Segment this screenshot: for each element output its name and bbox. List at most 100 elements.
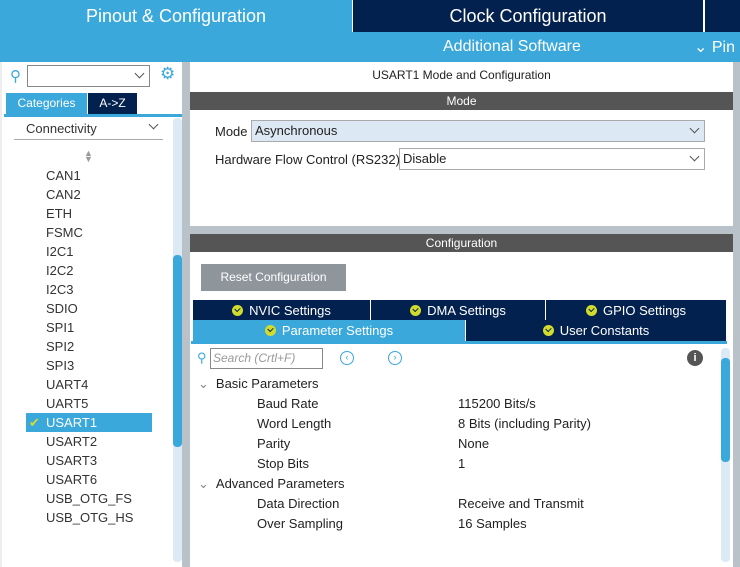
sidebar-item-label: SPI3	[46, 358, 75, 373]
category-label: Connectivity	[26, 121, 97, 136]
check-icon	[542, 325, 554, 336]
parameter-name[interactable]: Parity	[257, 436, 290, 451]
subheader	[0, 32, 740, 62]
sidebar-item-usb_otg_hs[interactable]: USB_OTG_HS	[46, 510, 133, 525]
tab-label: Pinout & Configuration	[85, 5, 267, 26]
sidebar: ⚲ ⚙ Categories A->Z Connectivity ▲ ▼ CAN1…	[0, 62, 182, 567]
tab-more[interactable]	[705, 0, 740, 32]
parameter-value[interactable]: Receive and Transmit	[458, 496, 584, 511]
sidebar-item-sdio[interactable]: SDIO	[46, 301, 78, 316]
sidebar-item-uart5[interactable]: UART5	[46, 396, 88, 411]
sidebar-item-label: USART3	[46, 453, 98, 468]
sidebar-search-input[interactable]	[27, 65, 150, 87]
tab-clock-configuration[interactable]: Clock Configuration	[353, 0, 703, 32]
mode-select[interactable]: Asynchronous	[251, 120, 705, 142]
sidebar-item-label: USART1	[46, 415, 98, 430]
sidebar-item-label: SDIO	[46, 301, 78, 316]
tab-label: Clock Configuration	[449, 5, 607, 26]
sidebar-item-label: USB_OTG_HS	[46, 510, 134, 525]
parameter-name[interactable]: Baud Rate	[257, 396, 318, 411]
sidebar-item-label: SPI1	[46, 320, 75, 335]
previous-icon[interactable]: ‹	[340, 351, 354, 365]
sidebar-item-fsmc[interactable]: FSMC	[46, 225, 83, 240]
parameter-group[interactable]: ⌄ Basic Parameters	[198, 376, 319, 392]
group-label: Basic Parameters	[215, 376, 319, 391]
reset-configuration-button[interactable]: Reset Configuration	[201, 264, 346, 291]
sidebar-item-spi2[interactable]: SPI2	[46, 339, 74, 354]
parameter-name[interactable]: Stop Bits	[257, 456, 309, 471]
tab-a-z[interactable]: A->Z	[88, 93, 137, 114]
tab-additional-software[interactable]: Additional Software	[443, 38, 581, 56]
gear-icon[interactable]: ⚙	[160, 64, 175, 84]
sidebar-item-usart1[interactable]: ✔ USART1	[26, 413, 152, 432]
category-select[interactable]: Connectivity	[14, 118, 163, 140]
sidebar-item-i2c3[interactable]: I2C3	[46, 282, 73, 297]
sidebar-item-label: USB_OTG_FS	[46, 491, 132, 506]
right-splitter[interactable]	[733, 62, 740, 567]
sidebar-item-i2c2[interactable]: I2C2	[46, 263, 73, 278]
tab-pinout-view[interactable]: ⌄ Pin	[694, 37, 735, 57]
splitter[interactable]	[182, 62, 190, 567]
check-icon	[264, 325, 276, 336]
sidebar-item-i2c1[interactable]: I2C1	[46, 244, 73, 259]
tab-label: User Constants	[559, 323, 650, 338]
sidebar-item-label: UART4	[46, 377, 89, 392]
check-icon	[410, 304, 422, 316]
sort-icon[interactable]: ▲ ▼	[84, 149, 93, 164]
parameter-name[interactable]: Over Sampling	[257, 516, 343, 531]
hw-flow-select[interactable]: Disable	[399, 148, 705, 170]
info-icon[interactable]: i	[687, 350, 703, 366]
sidebar-item-usart3[interactable]: USART3	[46, 453, 97, 468]
parameter-scrollbar[interactable]	[721, 348, 730, 562]
tab-nvic-settings[interactable]: NVIC Settings	[193, 300, 371, 320]
tab-parameter-settings[interactable]: Parameter Settings	[193, 320, 466, 341]
hw-flow-label: Hardware Flow Control (RS232)	[215, 152, 400, 167]
next-icon[interactable]: ›	[388, 351, 402, 365]
sidebar-item-usb_otg_fs[interactable]: USB_OTG_FS	[46, 491, 132, 506]
parameter-name[interactable]: Word Length	[257, 416, 331, 431]
sidebar-item-label: I2C1	[46, 244, 74, 259]
parameter-group[interactable]: ⌄ Advanced Parameters	[198, 476, 345, 492]
tab-categories[interactable]: Categories	[6, 93, 87, 114]
parameter-search-input[interactable]: Search (Crtl+F)	[210, 348, 323, 369]
sidebar-item-spi3[interactable]: SPI3	[46, 358, 74, 373]
tab-label: Parameter Settings	[281, 323, 394, 338]
tab-user-constants[interactable]: User Constants	[466, 320, 727, 341]
parameter-value[interactable]: 115200 Bits/s	[458, 396, 536, 411]
parameter-value[interactable]: 16 Samples	[458, 516, 527, 531]
parameter-value[interactable]: 1	[458, 456, 465, 471]
group-label: Advanced Parameters	[215, 476, 345, 491]
splitter-horizontal[interactable]	[190, 226, 733, 234]
sidebar-item-usart6[interactable]: USART6	[46, 472, 97, 487]
sidebar-item-label: UART5	[46, 396, 89, 411]
sidebar-scrollbar[interactable]	[173, 118, 182, 562]
sidebar-item-eth[interactable]: ETH	[46, 206, 72, 221]
sidebar-item-can1[interactable]: CAN1	[46, 168, 81, 183]
tab-label: Pin	[711, 39, 735, 56]
mode-header: Mode	[190, 92, 733, 110]
chevron-down-icon: ⌄	[198, 476, 209, 491]
tab-pinout-configuration[interactable]: Pinout & Configuration	[0, 0, 352, 32]
sidebar-item-label: USART6	[46, 472, 98, 487]
scrollbar-thumb[interactable]	[721, 358, 730, 462]
sidebar-item-label: USART2	[46, 434, 98, 449]
sidebar-item-uart4[interactable]: UART4	[46, 377, 88, 392]
chevron-down-icon: ⌄	[198, 376, 209, 391]
tab-dma-settings[interactable]: DMA Settings	[371, 300, 546, 320]
configuration-header: Configuration	[190, 234, 733, 252]
sidebar-item-spi1[interactable]: SPI1	[46, 320, 74, 335]
parameter-value[interactable]: 8 Bits (including Parity)	[458, 416, 591, 431]
tab-label: DMA Settings	[427, 302, 506, 318]
tab-label: GPIO Settings	[602, 302, 687, 318]
parameter-value[interactable]: None	[458, 436, 489, 451]
tab-gpio-settings[interactable]: GPIO Settings	[546, 300, 727, 320]
sidebar-item-label: CAN2	[46, 187, 81, 202]
parameter-name[interactable]: Data Direction	[257, 496, 339, 511]
sidebar-item-can2[interactable]: CAN2	[46, 187, 81, 202]
search-icon: ⚲	[197, 350, 207, 365]
sidebar-item-usart2[interactable]: USART2	[46, 434, 97, 449]
scrollbar-thumb[interactable]	[173, 255, 182, 447]
panel-title: USART1 Mode and Configuration	[372, 68, 551, 82]
hw-flow-value: Disable	[403, 151, 447, 166]
sidebar-item-label: ETH	[46, 206, 72, 221]
